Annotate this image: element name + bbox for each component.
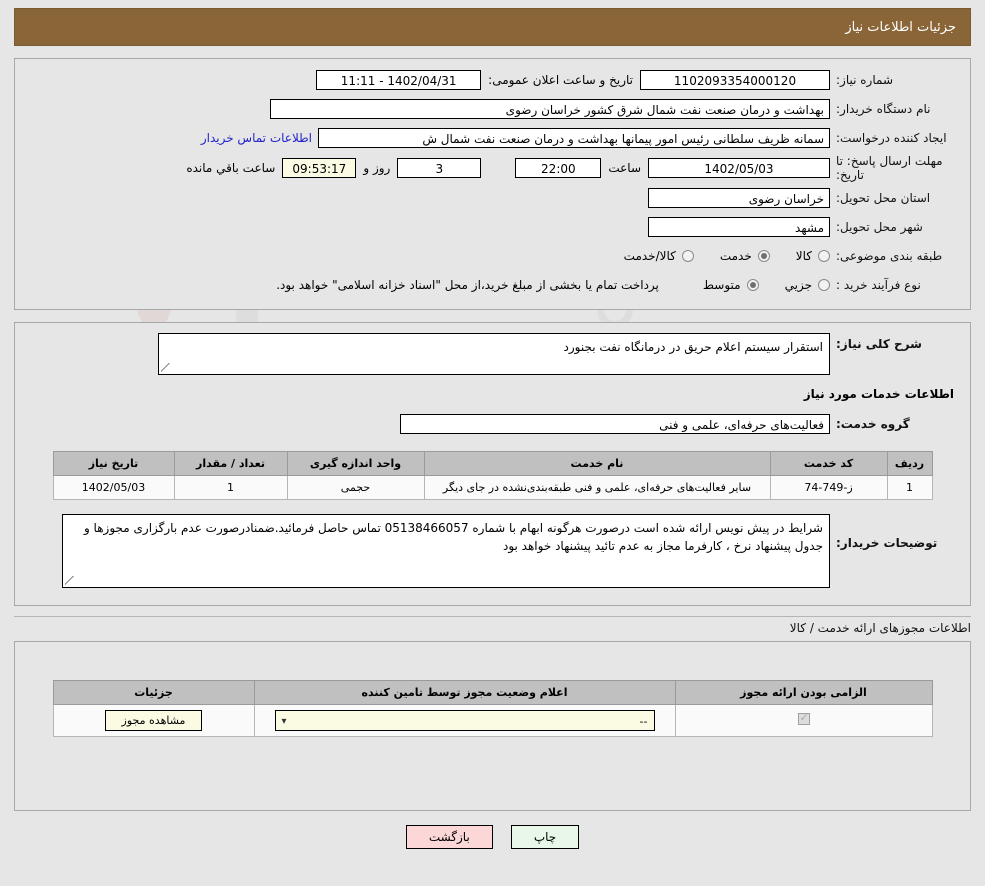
table-row: 1 ز-749-74 سایر فعالیت‌های حرفه‌ای، علمی…: [52, 475, 933, 500]
cell-required: [674, 704, 933, 737]
col-details: جزئیات: [52, 680, 255, 705]
category-radio-group: کالا خدمت کالا/خدمت: [598, 249, 830, 263]
province-field[interactable]: خراسان رضوی: [648, 188, 830, 208]
cell-code: ز-749-74: [769, 475, 888, 500]
cell-details: مشاهده مجوز: [52, 704, 255, 737]
col-index: ردیف: [886, 451, 933, 476]
need-number-label: شماره نیاز:: [836, 73, 893, 87]
row-buyer-notes: توضیحات خریدار: شرایط در پیش نویس ارائه …: [27, 514, 958, 588]
services-table-header-row: ردیف کد خدمت نام خدمت واحد اندازه گیری ت…: [52, 451, 933, 476]
remaining-days-field: 3: [397, 158, 482, 178]
category-option-kala-khedmat[interactable]: کالا/خدمت: [624, 249, 694, 263]
process-label: نوع فرآیند خرید :: [836, 278, 921, 292]
remaining-time-field: 09:53:17: [282, 158, 357, 178]
hour-label: ساعت: [608, 161, 641, 175]
row-city: شهر محل تحویل: مشهد: [27, 214, 958, 240]
category-option-khedmat[interactable]: خدمت: [720, 249, 770, 263]
need-desc-label: شرح کلی نیاز:: [836, 337, 922, 351]
radio-icon[interactable]: [818, 279, 830, 291]
buyer-notes-label: توضیحات خریدار:: [836, 536, 938, 550]
licenses-panel: الزامی بودن ارائه مجوز اعلام وضعیت مجوز …: [14, 641, 971, 811]
footer-buttons: چاپ بازگشت: [14, 825, 971, 849]
license-status-select[interactable]: ▾ --: [274, 710, 655, 731]
radio-icon[interactable]: [681, 250, 694, 262]
license-status-value: --: [639, 715, 648, 728]
row-purchase-process: نوع فرآیند خرید : جزيي متوسط پرداخت تمام…: [27, 272, 958, 298]
remaining-days-label: روز و: [363, 161, 391, 175]
services-table: ردیف کد خدمت نام خدمت واحد اندازه گیری ت…: [52, 451, 933, 500]
creator-field[interactable]: سمانه ظریف سلطانی رئیس امور پیمانها بهدا…: [318, 128, 830, 148]
cell-index: 1: [886, 475, 933, 500]
chevron-down-icon: ▾: [281, 716, 287, 727]
row-deadline: مهلت ارسال پاسخ: تا تاریخ: 1402/05/03 سا…: [27, 154, 958, 182]
process-option-jozii[interactable]: جزيي: [785, 278, 830, 292]
radio-icon[interactable]: [818, 250, 830, 262]
city-label: شهر محل تحویل:: [836, 220, 923, 234]
deadline-time-field[interactable]: 22:00: [515, 158, 602, 178]
need-desc-textarea[interactable]: استقرار سیستم اعلام حریق در درمانگاه نفت…: [158, 333, 830, 375]
cell-status: ▾ --: [253, 704, 676, 737]
col-code: کد خدمت: [769, 451, 888, 476]
row-service-group: گروه خدمت: فعالیت‌های حرفه‌ای، علمی و فن…: [27, 411, 958, 437]
checkbox-icon: [797, 711, 810, 725]
province-label: استان محل تحویل:: [836, 191, 931, 205]
cell-unit: حجمی: [286, 475, 425, 500]
licenses-table-header-row: الزامی بودن ارائه مجوز اعلام وضعیت مجوز …: [52, 680, 933, 705]
treasury-note: پرداخت تمام یا بخشی از مبلغ خرید،از محل …: [276, 278, 659, 292]
services-section-title: اطلاعات خدمات مورد نیاز: [803, 387, 954, 401]
col-date: تاریخ نیاز: [52, 451, 175, 476]
service-group-field[interactable]: فعالیت‌های حرفه‌ای، علمی و فنی: [400, 414, 830, 434]
category-option-label: کالا: [795, 249, 812, 263]
col-unit: واحد اندازه گیری: [286, 451, 425, 476]
licenses-section-title: اطلاعات مجوزهای ارائه خدمت / کالا: [789, 621, 971, 635]
category-option-label: کالا/خدمت: [623, 249, 676, 263]
row-category: طبقه بندی موضوعی: کالا خدمت کالا/خدمت: [27, 243, 958, 269]
cell-date: 1402/05/03: [52, 475, 175, 500]
radio-icon[interactable]: [746, 279, 759, 291]
row-need-desc: شرح کلی نیاز: استقرار سیستم اعلام حریق د…: [27, 333, 958, 375]
process-option-label: جزيي: [784, 278, 812, 292]
public-announce-label: تاریخ و ساعت اعلان عمومی:: [488, 73, 633, 87]
buyer-org-field[interactable]: بهداشت و درمان صنعت نفت شمال شرق کشور خر…: [270, 99, 830, 119]
licenses-table: الزامی بودن ارائه مجوز اعلام وضعیت مجوز …: [52, 680, 933, 737]
category-label: طبقه بندی موضوعی:: [836, 249, 943, 263]
buyer-org-label: نام دستگاه خریدار:: [836, 102, 931, 116]
print-button[interactable]: چاپ: [510, 825, 580, 849]
row-creator: ایجاد کننده درخواست: سمانه ظریف سلطانی ر…: [27, 125, 958, 151]
row-buyer-org: نام دستگاه خریدار: بهداشت و درمان صنعت ن…: [27, 96, 958, 122]
row-province: استان محل تحویل: خراسان رضوی: [27, 185, 958, 211]
col-required: الزامی بودن ارائه مجوز: [674, 680, 933, 705]
col-quantity: تعداد / مقدار: [173, 451, 288, 476]
public-announce-field[interactable]: 1402/04/31 - 11:11: [316, 70, 482, 90]
creator-label: ایجاد کننده درخواست:: [836, 131, 947, 145]
remaining-time-label: ساعت باقي مانده: [186, 161, 276, 175]
page-root: جزئیات اطلاعات نیاز شماره نیاز: 11020933…: [0, 0, 985, 617]
view-license-button[interactable]: مشاهده مجوز: [104, 710, 203, 731]
process-radio-group: جزيي متوسط: [677, 278, 830, 292]
need-details-panel: شرح کلی نیاز: استقرار سیستم اعلام حریق د…: [14, 322, 971, 606]
table-row: ▾ -- مشاهده مجوز: [52, 704, 933, 737]
divider: [14, 616, 971, 617]
city-field[interactable]: مشهد: [648, 217, 830, 237]
deadline-label: مهلت ارسال پاسخ: تا تاریخ:: [836, 154, 943, 182]
cell-name: سایر فعالیت‌های حرفه‌ای، علمی و فنی طبقه…: [423, 475, 771, 500]
col-status: اعلام وضعیت مجوز توسط تامین کننده: [253, 680, 676, 705]
process-option-label: متوسط: [702, 278, 741, 292]
col-name: نام خدمت: [423, 451, 771, 476]
service-group-label: گروه خدمت:: [836, 417, 910, 431]
process-option-motavaset[interactable]: متوسط: [703, 278, 759, 292]
buyer-contact-link[interactable]: اطلاعات تماس خریدار: [195, 131, 318, 145]
need-number-field[interactable]: 1102093354000120: [640, 70, 830, 90]
cell-quantity: 1: [173, 475, 288, 500]
back-button[interactable]: بازگشت: [405, 825, 493, 849]
deadline-date-field[interactable]: 1402/05/03: [648, 158, 830, 178]
need-summary-panel: شماره نیاز: 1102093354000120 تاریخ و ساع…: [14, 58, 971, 310]
row-need-number: شماره نیاز: 1102093354000120 تاریخ و ساع…: [27, 67, 958, 93]
buyer-notes-textarea[interactable]: شرایط در پیش نویس ارائه شده است درصورت ه…: [62, 514, 830, 588]
page-title: جزئیات اطلاعات نیاز: [14, 8, 971, 46]
category-option-label: خدمت: [719, 249, 752, 263]
radio-icon[interactable]: [757, 250, 770, 262]
category-option-kala[interactable]: کالا: [796, 249, 830, 263]
